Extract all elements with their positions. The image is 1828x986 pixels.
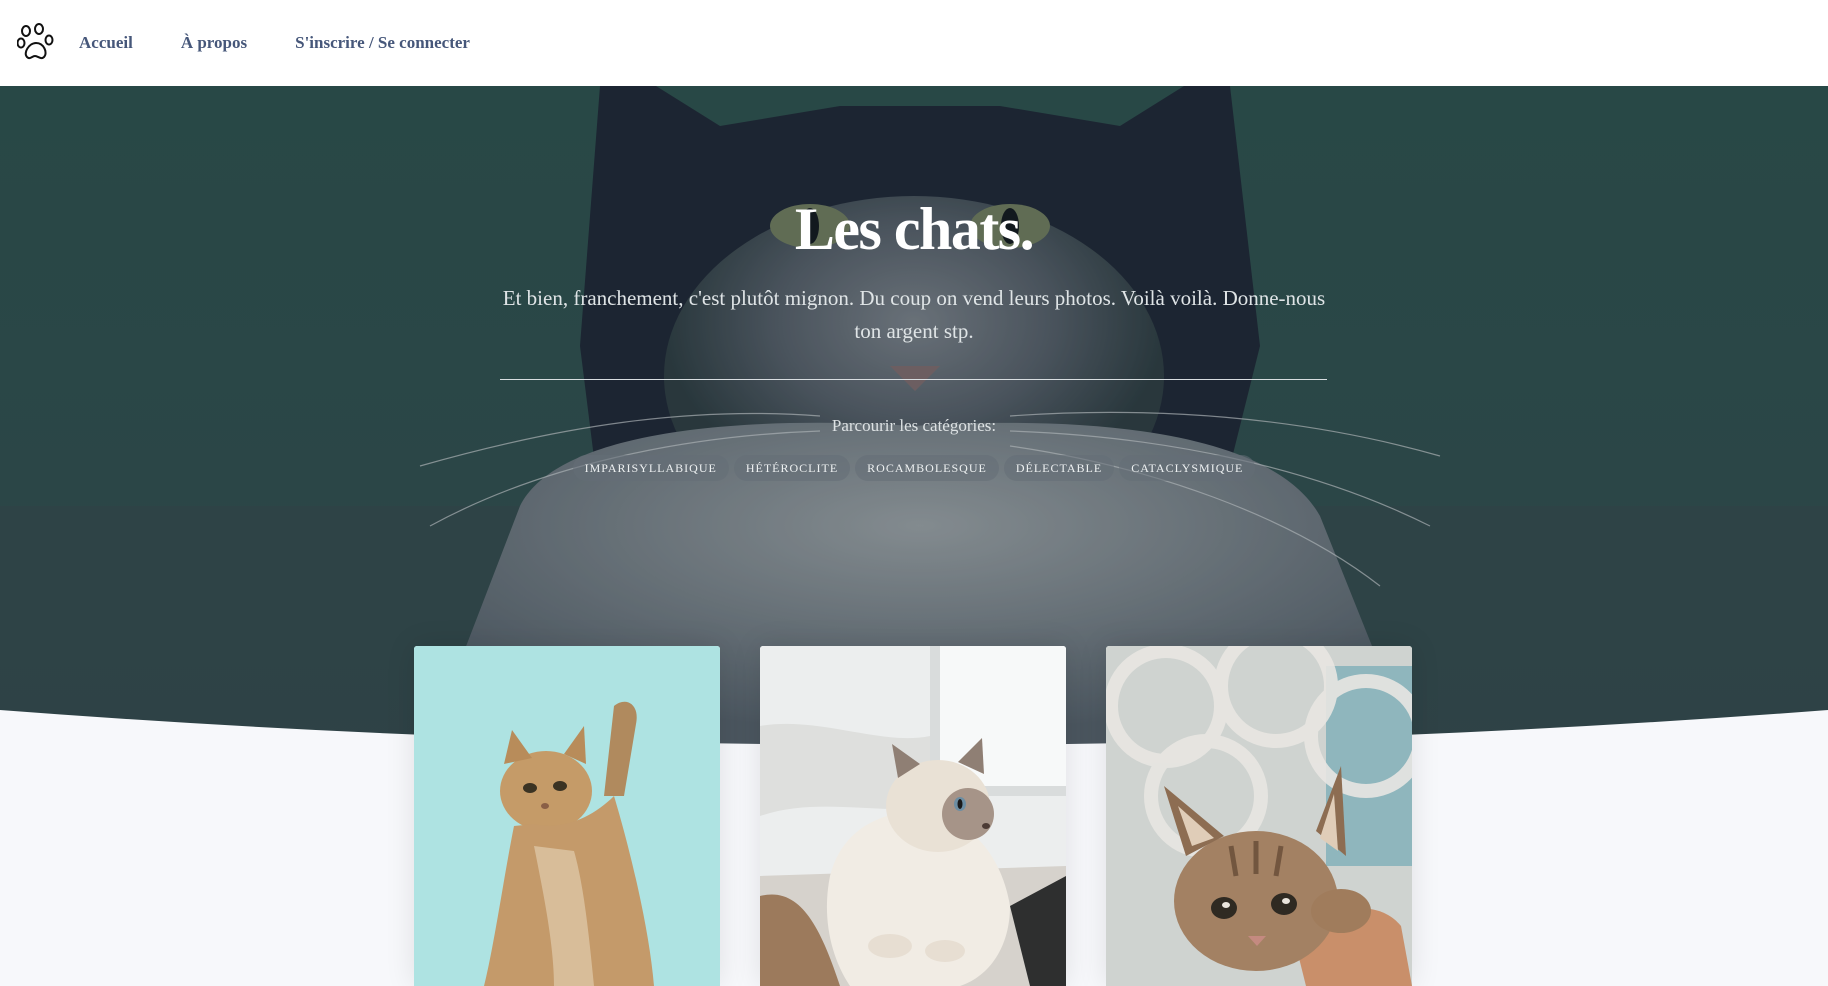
browse-categories-label: Parcourir les catégories: bbox=[831, 416, 997, 435]
nav-link-a-propos[interactable]: À propos bbox=[181, 33, 247, 53]
nav-link-signup-login[interactable]: S'inscrire / Se connecter bbox=[295, 33, 470, 53]
hero-subtitle: Et bien, franchement, c'est plutôt migno… bbox=[502, 286, 1326, 343]
paw-icon[interactable] bbox=[16, 23, 56, 63]
nav-links: Accueil À propos S'inscrire / Se connect… bbox=[79, 33, 518, 53]
photo-card[interactable] bbox=[414, 646, 720, 986]
nav-link-accueil[interactable]: Accueil bbox=[79, 33, 133, 53]
category-tags: Imparisyllabique Hétéroclite Rocambolesq… bbox=[0, 455, 1828, 481]
category-tag-heteroclite[interactable]: Hétéroclite bbox=[733, 455, 851, 481]
page-title: Les chats. bbox=[794, 196, 1035, 262]
himalayan-cat-image bbox=[760, 646, 1066, 986]
category-tag-rocambolesque[interactable]: Rocambolesque bbox=[855, 455, 999, 481]
hero-divider bbox=[500, 379, 1327, 380]
navbar: Accueil À propos S'inscrire / Se connect… bbox=[0, 0, 1828, 86]
photo-cards bbox=[414, 646, 1412, 986]
category-tag-delectable[interactable]: Délectable bbox=[1003, 455, 1115, 481]
category-tag-cataclysmique[interactable]: Cataclysmique bbox=[1119, 455, 1256, 481]
photo-card[interactable] bbox=[760, 646, 1066, 986]
category-tag-imparisyllabique[interactable]: Imparisyllabique bbox=[572, 455, 729, 481]
tabby-kitten-image bbox=[1106, 646, 1412, 986]
kitten-reaching-up-image bbox=[414, 646, 720, 986]
photo-card[interactable] bbox=[1106, 646, 1412, 986]
